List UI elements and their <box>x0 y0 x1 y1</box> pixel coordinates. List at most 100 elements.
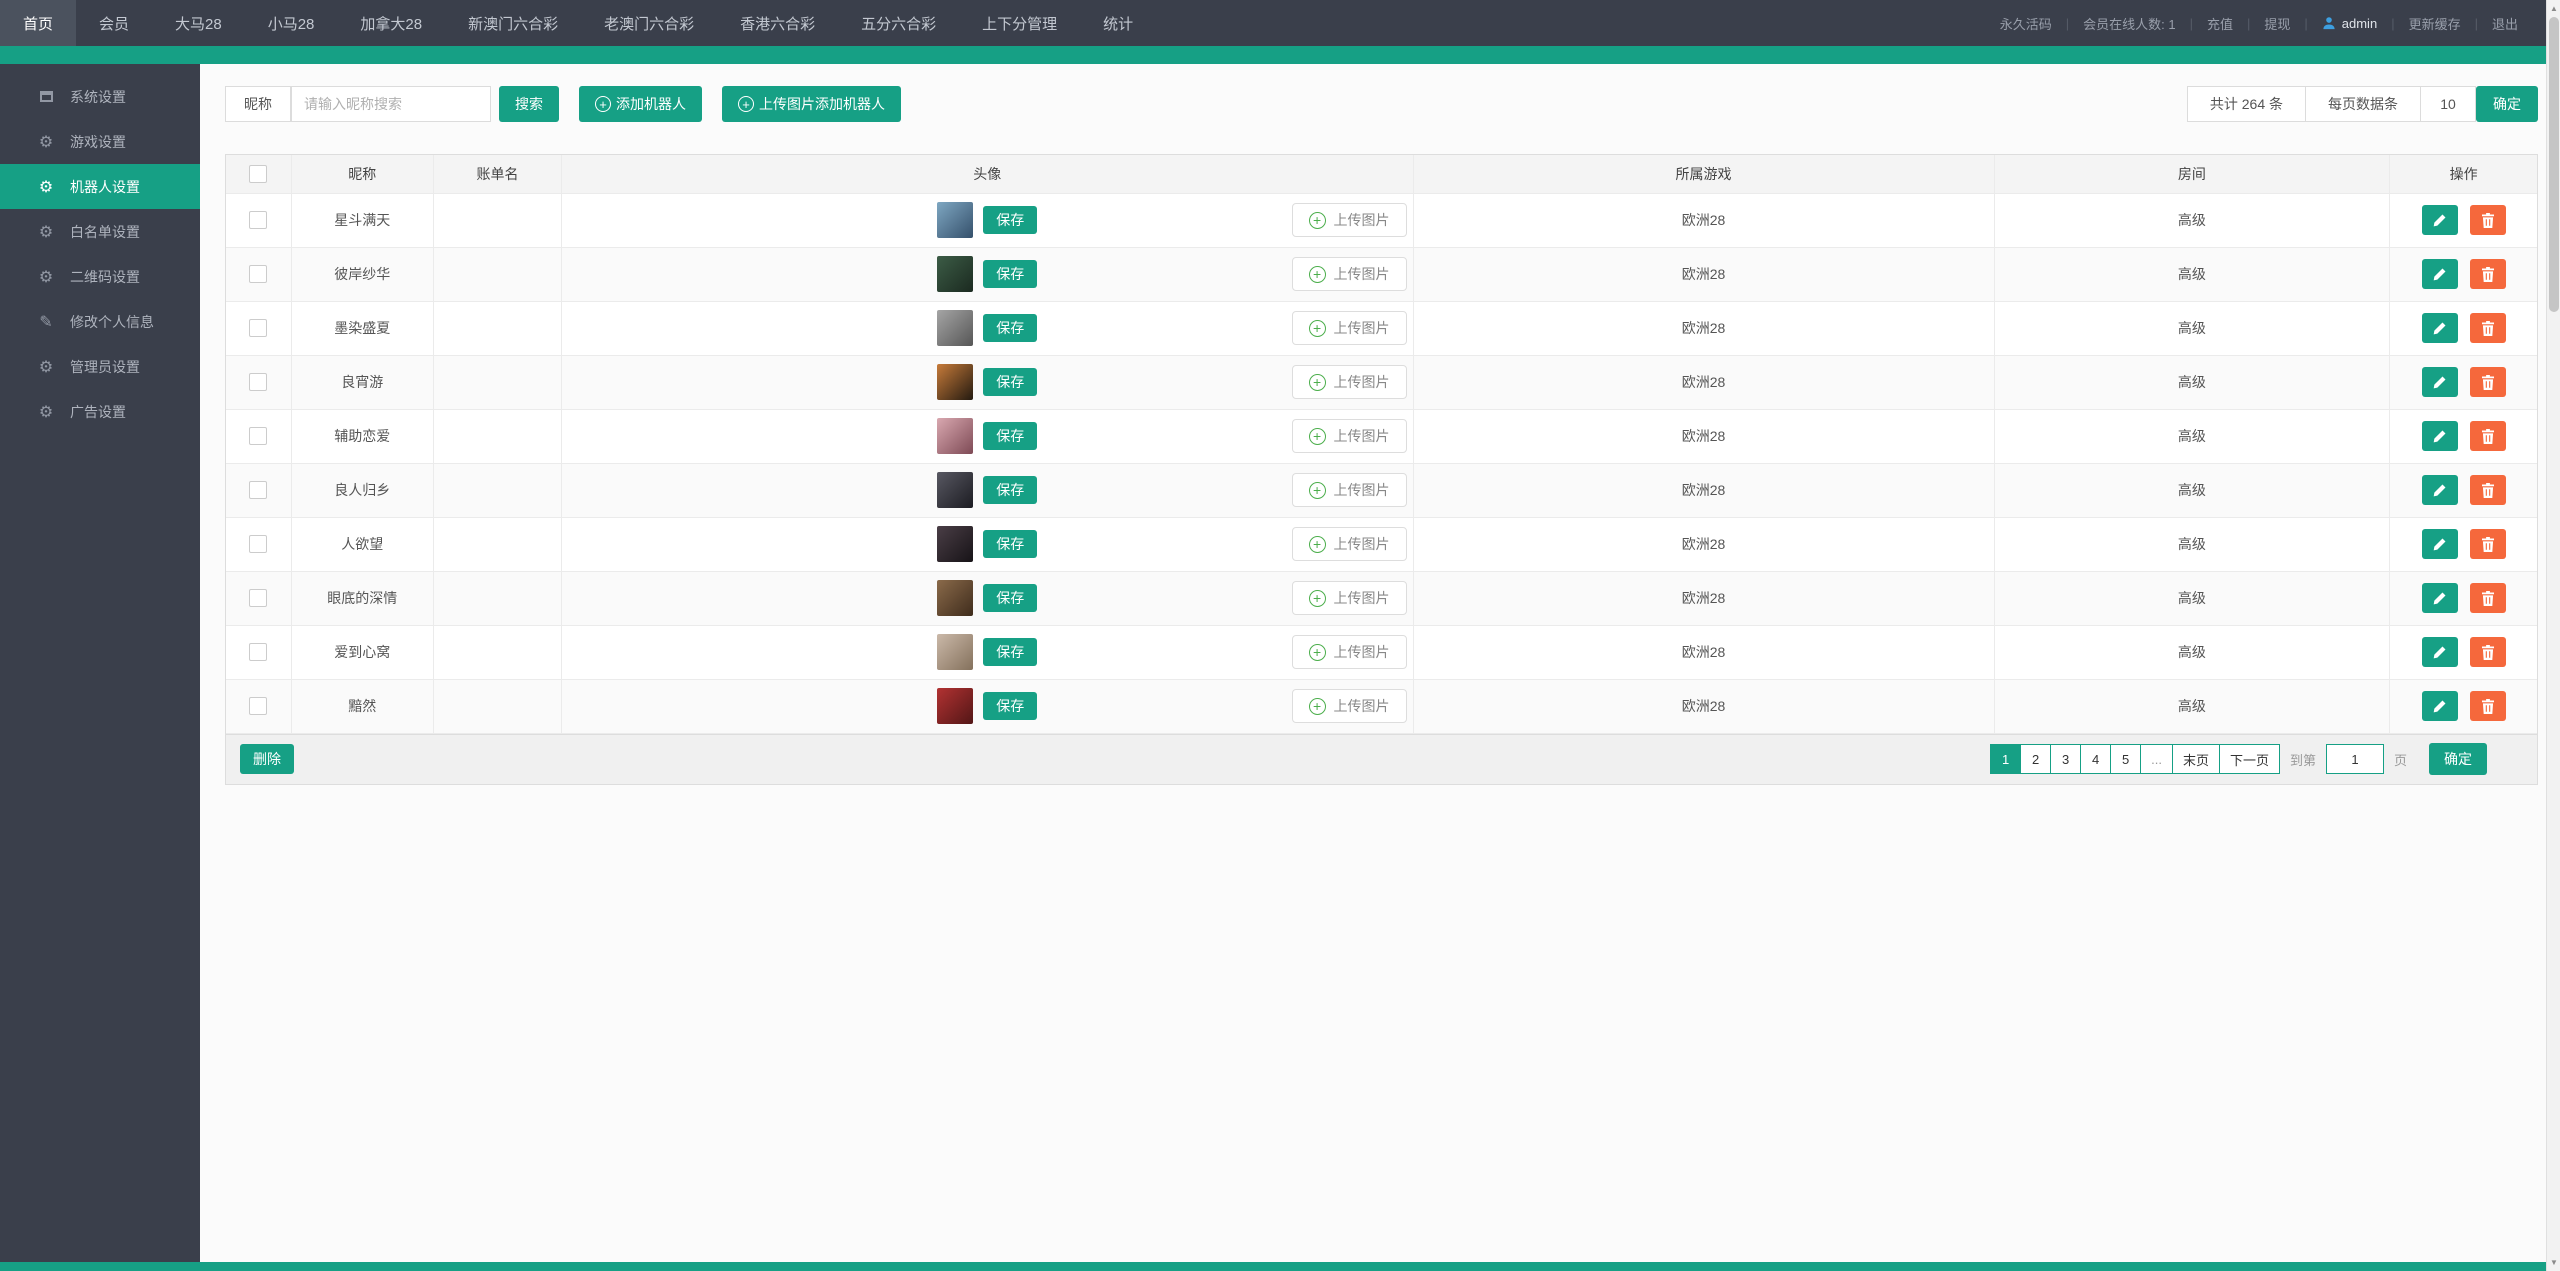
upload-image-button[interactable]: + 上传图片 <box>1291 473 1407 507</box>
upload-add-robot-button[interactable]: + 上传图片添加机器人 <box>722 86 901 122</box>
nav-item[interactable]: 小马28 <box>245 0 338 46</box>
upload-image-button[interactable]: + 上传图片 <box>1291 635 1407 669</box>
save-button[interactable]: 保存 <box>983 260 1038 288</box>
delete-row-button[interactable] <box>2469 421 2506 451</box>
goto-page-input[interactable] <box>2325 744 2384 774</box>
save-button[interactable]: 保存 <box>983 314 1038 342</box>
row-checkbox[interactable] <box>249 265 268 284</box>
page-button[interactable]: ... <box>2140 744 2173 774</box>
nav-item[interactable]: 上下分管理 <box>959 0 1080 46</box>
delete-row-button[interactable] <box>2469 583 2506 613</box>
delete-row-button[interactable] <box>2469 475 2506 505</box>
delete-row-button[interactable] <box>2469 691 2506 721</box>
scroll-up-icon[interactable]: ▲ <box>2547 1 2560 16</box>
sidebar-item[interactable]: ⚙ 机器人设置 <box>0 164 200 209</box>
delete-row-button[interactable] <box>2469 367 2506 397</box>
row-checkbox[interactable] <box>249 319 268 338</box>
sidebar-item[interactable]: 系统设置 <box>0 74 200 119</box>
upload-image-button[interactable]: + 上传图片 <box>1291 419 1407 453</box>
save-button[interactable]: 保存 <box>983 692 1038 720</box>
nav-item[interactable]: 老澳门六合彩 <box>581 0 717 46</box>
edit-button[interactable] <box>2421 529 2458 559</box>
upload-image-button[interactable]: + 上传图片 <box>1291 365 1407 399</box>
save-button[interactable]: 保存 <box>983 530 1038 558</box>
upload-image-button[interactable]: + 上传图片 <box>1291 203 1407 237</box>
sidebar-item[interactable]: ⚙ 二维码设置 <box>0 254 200 299</box>
upload-image-button[interactable]: + 上传图片 <box>1291 689 1407 723</box>
save-button[interactable]: 保存 <box>983 584 1038 612</box>
edit-button[interactable] <box>2421 421 2458 451</box>
scrollbar-thumb[interactable] <box>2549 17 2559 312</box>
row-checkbox[interactable] <box>249 589 268 608</box>
row-checkbox[interactable] <box>249 697 268 716</box>
sidebar-item[interactable]: ⚙ 广告设置 <box>0 389 200 434</box>
delete-row-button[interactable] <box>2469 637 2506 667</box>
edit-button[interactable] <box>2421 583 2458 613</box>
nav-item[interactable]: 统计 <box>1080 0 1156 46</box>
search-button[interactable]: 搜索 <box>499 86 559 122</box>
save-button[interactable]: 保存 <box>983 476 1038 504</box>
search-input[interactable] <box>291 86 491 122</box>
upload-image-button[interactable]: + 上传图片 <box>1291 257 1407 291</box>
upload-image-button[interactable]: + 上传图片 <box>1291 581 1407 615</box>
nav-item[interactable]: 大马28 <box>152 0 245 46</box>
nav-item[interactable]: 首页 <box>0 0 77 46</box>
edit-button[interactable] <box>2421 475 2458 505</box>
nav-action[interactable]: 充值 <box>2193 14 2247 33</box>
per-page-input[interactable] <box>2420 86 2476 122</box>
sidebar-item[interactable]: ✎ 修改个人信息 <box>0 299 200 344</box>
nav-item[interactable]: 新澳门六合彩 <box>445 0 581 46</box>
select-all-checkbox[interactable] <box>249 164 268 183</box>
page-button[interactable]: 4 <box>2080 744 2112 774</box>
row-checkbox[interactable] <box>249 373 268 392</box>
page-button[interactable]: 下一页 <box>2218 744 2280 774</box>
save-button[interactable]: 保存 <box>983 638 1038 666</box>
table-row: 黯然 保存 + 上传图片 欧洲28 高级 <box>226 679 2537 734</box>
row-checkbox[interactable] <box>249 427 268 446</box>
add-robot-button[interactable]: + 添加机器人 <box>579 86 702 122</box>
upload-image-button[interactable]: + 上传图片 <box>1291 527 1407 561</box>
current-user[interactable]: admin <box>2308 16 2391 31</box>
table-row: 星斗满天 保存 + 上传图片 欧洲28 高级 <box>226 193 2537 248</box>
save-button[interactable]: 保存 <box>983 368 1038 396</box>
sidebar-item[interactable]: ⚙ 游戏设置 <box>0 119 200 164</box>
delete-row-button[interactable] <box>2469 259 2506 289</box>
page-button[interactable]: 3 <box>2050 744 2082 774</box>
sidebar-item[interactable]: ⚙ 白名单设置 <box>0 209 200 254</box>
nav-action[interactable]: 提现 <box>2250 14 2304 33</box>
nav-item[interactable]: 香港六合彩 <box>717 0 838 46</box>
row-checkbox[interactable] <box>249 643 268 662</box>
edit-button[interactable] <box>2421 637 2458 667</box>
upload-image-button[interactable]: + 上传图片 <box>1291 311 1407 345</box>
nav-action[interactable]: 退出 <box>2478 14 2532 33</box>
page-button[interactable]: 末页 <box>2171 744 2220 774</box>
edit-button[interactable] <box>2421 367 2458 397</box>
sidebar-item[interactable]: ⚙ 管理员设置 <box>0 344 200 389</box>
save-button[interactable]: 保存 <box>983 206 1038 234</box>
page-button[interactable]: 5 <box>2110 744 2142 774</box>
delete-row-button[interactable] <box>2469 313 2506 343</box>
edit-button[interactable] <box>2421 205 2458 235</box>
page-button[interactable]: 2 <box>2020 744 2052 774</box>
row-checkbox[interactable] <box>249 211 268 230</box>
edit-button[interactable] <box>2421 313 2458 343</box>
edit-button[interactable] <box>2421 259 2458 289</box>
save-button[interactable]: 保存 <box>983 422 1038 450</box>
bulk-delete-button[interactable]: 删除 <box>240 744 294 774</box>
per-page-confirm-button[interactable]: 确定 <box>2476 86 2538 122</box>
room-cell: 高级 <box>1994 247 2391 302</box>
nav-item[interactable]: 加拿大28 <box>337 0 445 46</box>
delete-row-button[interactable] <box>2469 529 2506 559</box>
page-scrollbar[interactable]: ▲ ▼ <box>2546 0 2560 1271</box>
scroll-down-icon[interactable]: ▼ <box>2547 1255 2560 1270</box>
row-checkbox[interactable] <box>249 535 268 554</box>
goto-confirm-button[interactable]: 确定 <box>2429 743 2487 775</box>
nav-item[interactable]: 会员 <box>76 0 152 46</box>
page-button[interactable]: 1 <box>1990 744 2022 774</box>
nav-item[interactable]: 五分六合彩 <box>838 0 959 46</box>
edit-button[interactable] <box>2421 691 2458 721</box>
nav-action[interactable]: 更新缓存 <box>2395 14 2475 33</box>
row-checkbox[interactable] <box>249 481 268 500</box>
delete-row-button[interactable] <box>2469 205 2506 235</box>
nav-action[interactable]: 永久活码 <box>1986 14 2066 33</box>
